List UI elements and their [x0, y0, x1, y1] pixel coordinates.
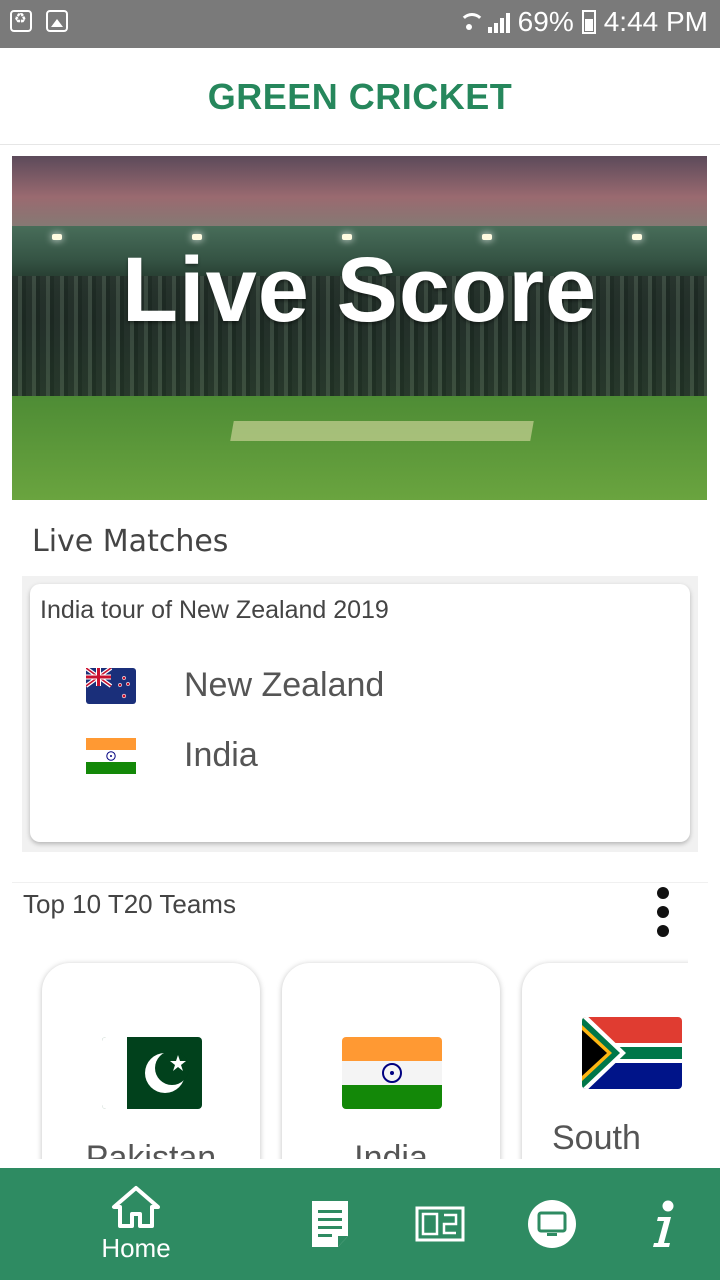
nav-news[interactable] [290, 1168, 370, 1280]
india-flag-icon [86, 737, 136, 774]
match-card[interactable]: India tour of New Zealand 2019 New Zeala… [30, 584, 690, 842]
app-bar: GREEN CRICKET [0, 48, 720, 145]
top-teams-heading: Top 10 T20 Teams [23, 889, 236, 919]
series-name: India tour of New Zealand 2019 [40, 596, 389, 624]
nav-scoreboard[interactable] [400, 1168, 480, 1280]
live-matches-list: India tour of New Zealand 2019 New Zeala… [22, 576, 698, 852]
team-card-india[interactable]: India [282, 963, 500, 1159]
south-africa-flag-icon [582, 1017, 682, 1089]
team-row-new-zealand: New Zealand [86, 666, 384, 705]
info-icon [653, 1200, 674, 1247]
notification-icons [10, 10, 68, 32]
top-t20-teams-section: Top 10 T20 Teams Pakistan India South [12, 882, 708, 1159]
scoreboard-icon [415, 1206, 465, 1242]
banner-title: Live Score [121, 239, 598, 341]
clock: 4:44 PM [603, 6, 708, 37]
battery-percent: 69% [517, 6, 574, 37]
nav-info[interactable] [624, 1168, 704, 1280]
home-icon [112, 1185, 160, 1228]
india-flag-icon [342, 1037, 442, 1109]
more-options-icon[interactable] [655, 883, 671, 937]
team-name: Pakistan [85, 1139, 217, 1159]
pakistan-flag-icon [102, 1037, 202, 1109]
wifi-icon [458, 11, 485, 33]
news-icon [312, 1201, 348, 1247]
nav-live-tv[interactable] [512, 1168, 592, 1280]
tv-icon [528, 1200, 576, 1248]
team-name: India [354, 1139, 428, 1159]
team-card-pakistan[interactable]: Pakistan [42, 963, 260, 1159]
bottom-navigation: Home [0, 1168, 720, 1280]
new-zealand-flag-icon [86, 667, 136, 704]
team-name: South [552, 1119, 641, 1157]
signal-icon [487, 11, 510, 33]
battery-icon [581, 10, 596, 34]
team-name: New Zealand [184, 666, 385, 704]
team-row-india: India [86, 736, 258, 775]
recycle-notification-icon [10, 10, 32, 32]
nav-home-label: Home [101, 1232, 171, 1263]
live-matches-heading: Live Matches [32, 524, 229, 559]
team-card-south-africa[interactable]: South [522, 963, 688, 1159]
app-title: GREEN CRICKET [207, 76, 513, 117]
live-score-banner[interactable]: Live Score [12, 156, 707, 500]
image-notification-icon [46, 10, 68, 32]
status-bar: 69% 4:44 PM [0, 0, 720, 48]
cricket-pitch [230, 421, 534, 441]
cricket-field [12, 396, 707, 500]
system-status: 69% 4:44 PM [458, 6, 708, 38]
team-name: India [184, 736, 258, 774]
team-cards-carousel[interactable]: Pakistan India South [12, 955, 688, 1159]
nav-home[interactable]: Home [80, 1168, 192, 1280]
